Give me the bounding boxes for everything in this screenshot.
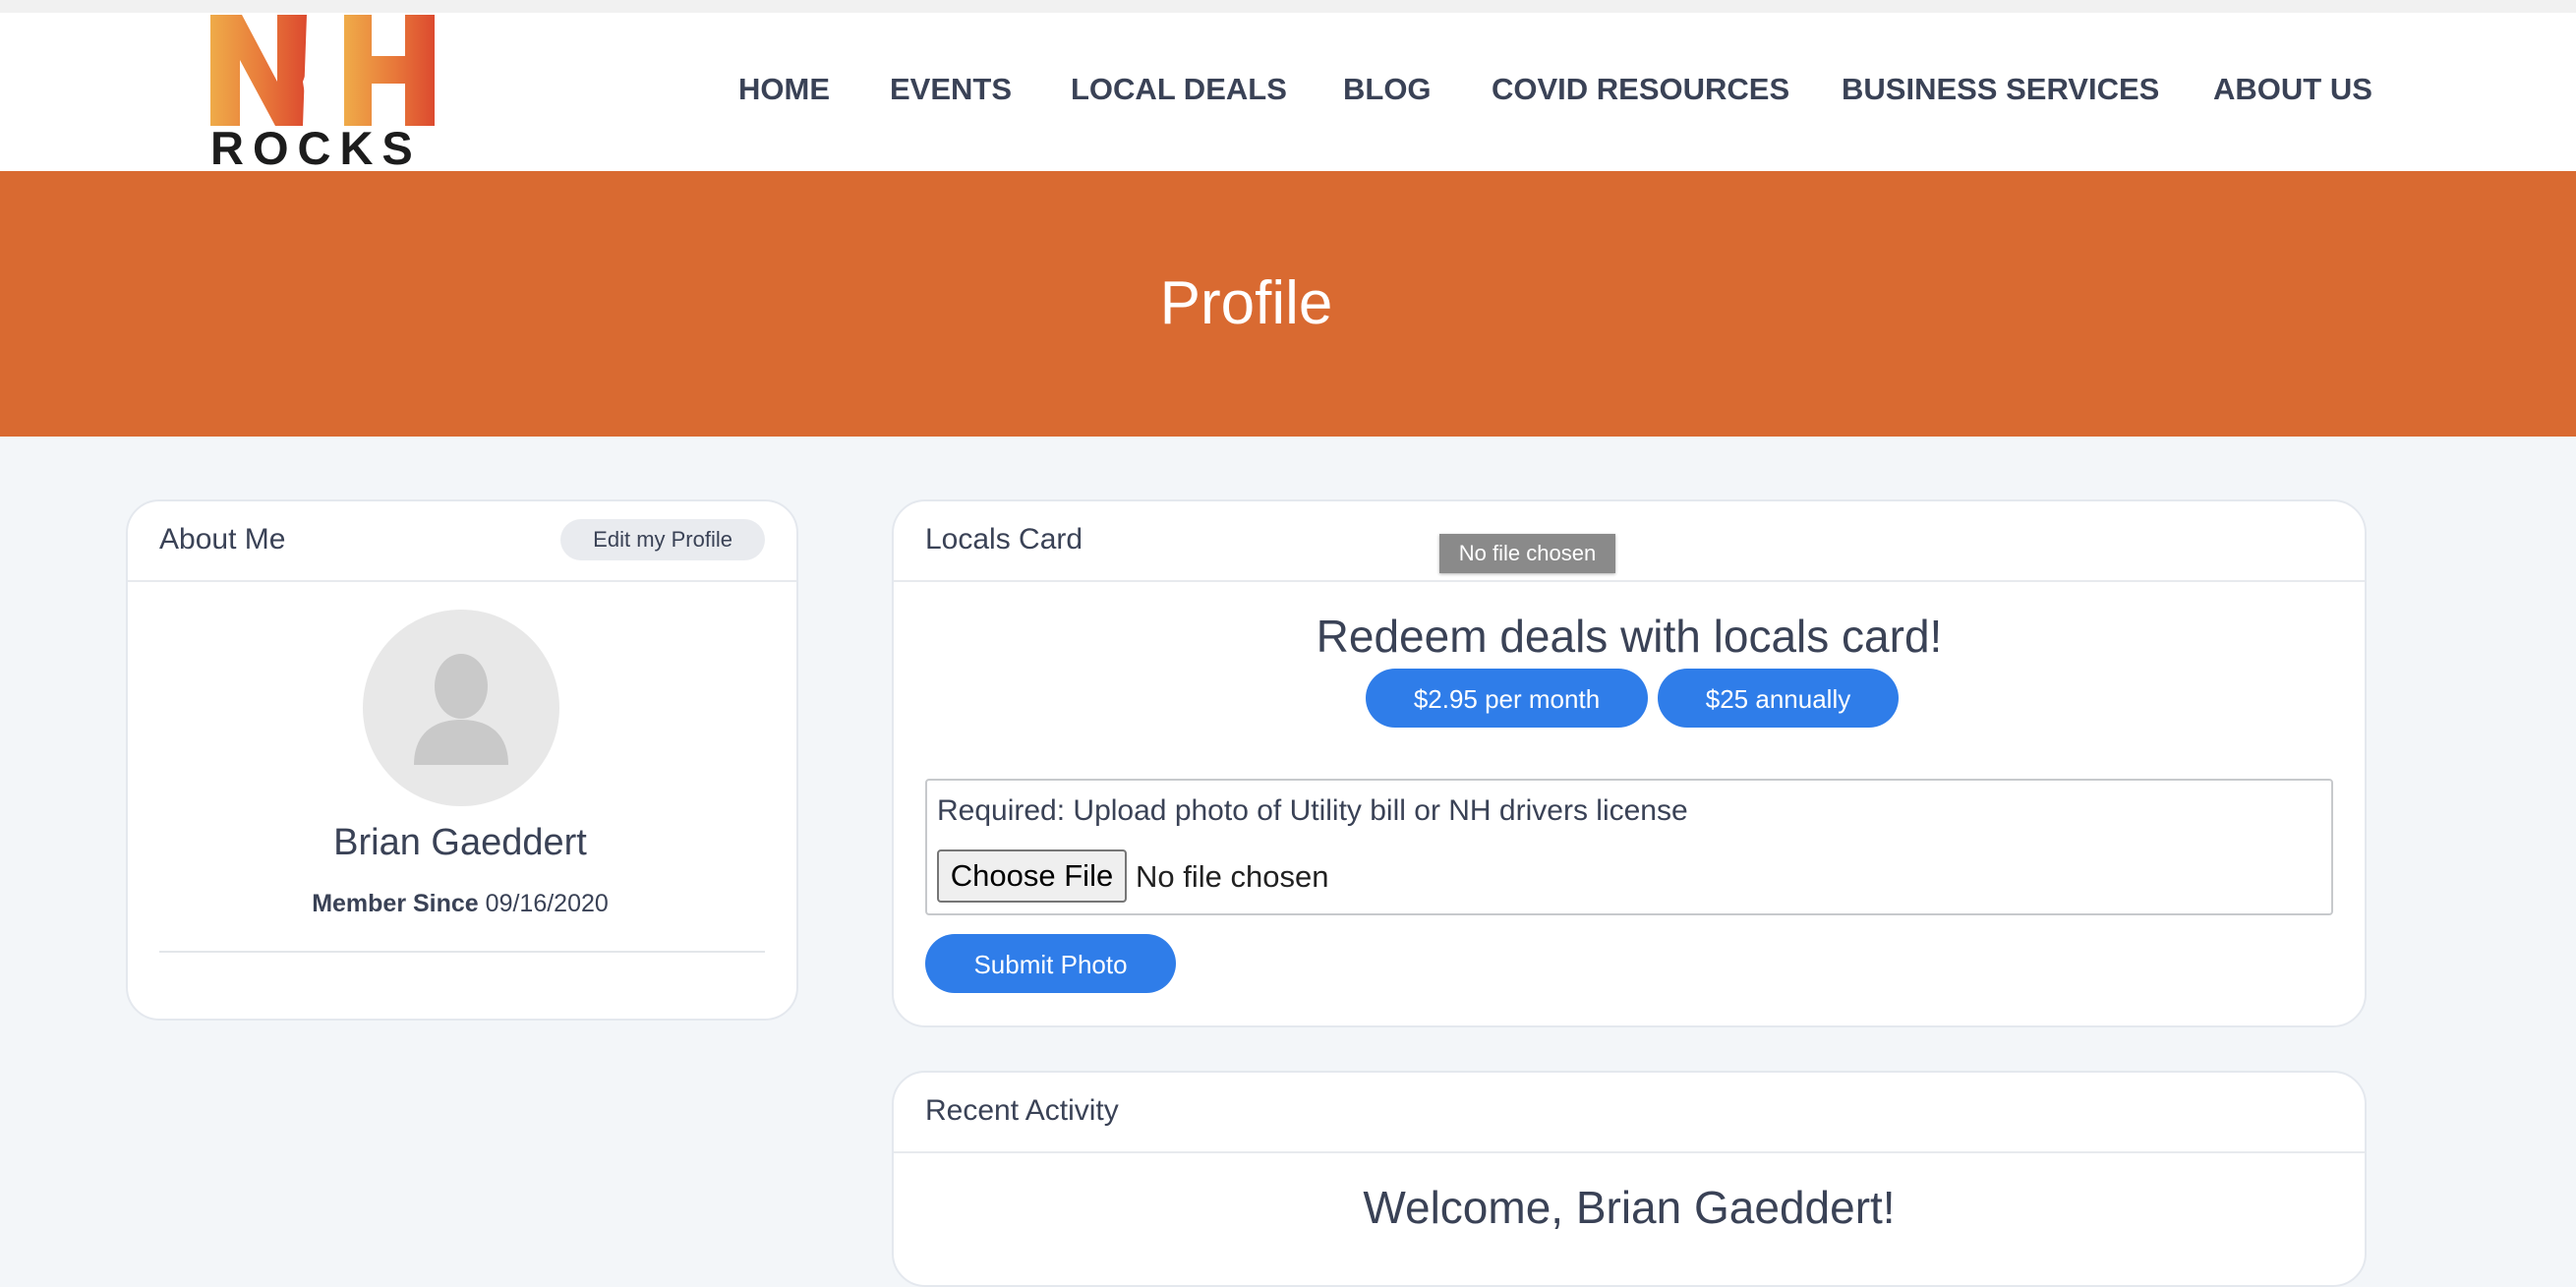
annual-plan-button[interactable]: $25 annually bbox=[1658, 669, 1899, 728]
locals-card-title: Locals Card bbox=[925, 523, 1083, 556]
site-header: ROCKS HOME EVENTS LOCAL DEALS BLOG COVID… bbox=[0, 13, 2576, 171]
nav-business-services[interactable]: BUSINESS SERVICES bbox=[1842, 70, 2159, 109]
recent-activity-header: Recent Activity bbox=[894, 1073, 2365, 1153]
file-status: No file chosen bbox=[1136, 859, 1329, 894]
locals-card: Locals Card Redeem deals with locals car… bbox=[892, 499, 2367, 1027]
nav-events[interactable]: EVENTS bbox=[890, 70, 1012, 109]
profile-name: Brian Gaeddert bbox=[333, 822, 587, 863]
welcome-message: Welcome, Brian Gaeddert! bbox=[1363, 1182, 1896, 1233]
nav-home[interactable]: HOME bbox=[738, 70, 830, 109]
locals-card-headline: Redeem deals with locals card! bbox=[1316, 611, 1943, 662]
nav-about-us[interactable]: ABOUT US bbox=[2213, 70, 2372, 109]
browser-top-strip bbox=[0, 0, 2576, 13]
file-input-tooltip: No file chosen bbox=[1439, 534, 1615, 573]
page-title: Profile bbox=[1159, 269, 1333, 337]
page-hero-banner: Profile bbox=[0, 171, 2576, 437]
user-silhouette-icon bbox=[414, 654, 508, 765]
about-me-title: About Me bbox=[159, 523, 286, 556]
recent-activity-title: Recent Activity bbox=[925, 1094, 1119, 1127]
about-divider bbox=[159, 951, 765, 953]
upload-fieldset: Required: Upload photo of Utility bill o… bbox=[925, 779, 2333, 915]
avatar bbox=[363, 610, 559, 806]
member-since-label: Member Since bbox=[312, 890, 479, 917]
recent-activity-card: Recent Activity Welcome, Brian Gaeddert! bbox=[892, 1071, 2367, 1287]
about-me-card: About Me Edit my Profile Brian Gaeddert … bbox=[126, 499, 798, 1021]
upload-instruction: Required: Upload photo of Utility bill o… bbox=[937, 794, 1688, 827]
member-since: Member Since 09/16/2020 bbox=[128, 890, 792, 918]
nav-blog[interactable]: BLOG bbox=[1343, 70, 1432, 109]
locals-card-header: Locals Card bbox=[894, 501, 2365, 582]
about-me-card-header: About Me Edit my Profile bbox=[128, 501, 796, 582]
member-since-value: 09/16/2020 bbox=[485, 890, 609, 917]
edit-profile-button[interactable]: Edit my Profile bbox=[560, 519, 765, 560]
nav-covid-resources[interactable]: COVID RESOURCES bbox=[1492, 70, 1789, 109]
monthly-plan-button[interactable]: $2.95 per month bbox=[1366, 669, 1648, 728]
nav-local-deals[interactable]: LOCAL DEALS bbox=[1071, 70, 1287, 109]
main-nav: HOME EVENTS LOCAL DEALS BLOG COVID RESOU… bbox=[0, 13, 2576, 171]
submit-photo-button[interactable]: Submit Photo bbox=[925, 934, 1176, 993]
choose-file-button[interactable]: Choose File bbox=[937, 849, 1127, 903]
